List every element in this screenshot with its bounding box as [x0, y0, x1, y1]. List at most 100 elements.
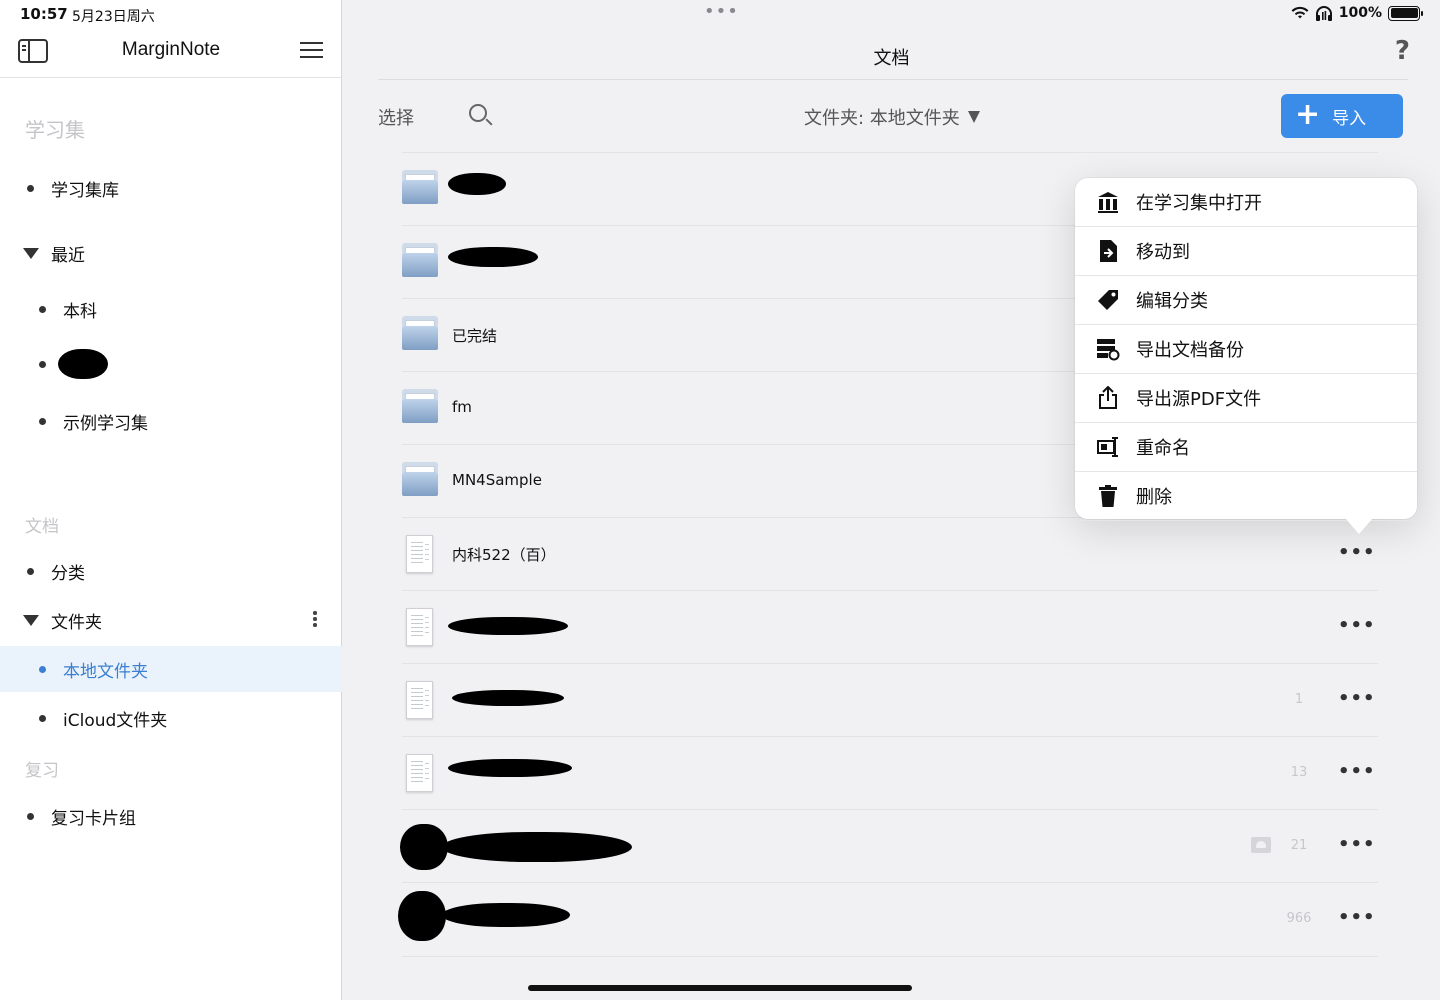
document-icon	[406, 608, 433, 646]
rename-icon	[1095, 434, 1121, 460]
item-name: MN4Sample	[452, 471, 542, 489]
kebab-icon[interactable]	[313, 611, 317, 629]
menu-item-move-to[interactable]: 移动到	[1075, 227, 1417, 276]
select-button[interactable]: 选择	[378, 104, 414, 130]
battery-percent: 100%	[1338, 5, 1382, 21]
menu-item-label: 在学习集中打开	[1136, 193, 1262, 214]
document-icon	[406, 681, 433, 719]
menu-item-export-backup[interactable]: 导出文档备份	[1075, 325, 1417, 374]
page-count: 1	[1294, 692, 1304, 707]
page-count: 13	[1290, 765, 1308, 780]
folder-icon	[402, 316, 438, 350]
popover-arrow	[1345, 518, 1373, 534]
battery-icon	[1388, 5, 1423, 21]
list-item[interactable]: 1 •••	[402, 663, 1378, 736]
divider	[378, 79, 1408, 80]
context-menu: 在学习集中打开 移动到 编辑分类 导出文档备份 导出源PDF文件 重命名 删除	[1075, 178, 1417, 534]
menu-item-label: 重命名	[1136, 438, 1190, 459]
sidebar-item-icloud-folder[interactable]: iCloud文件夹	[0, 695, 342, 741]
help-icon[interactable]: ?	[1395, 36, 1410, 66]
more-icon[interactable]: •••	[1338, 615, 1376, 636]
list-item[interactable]: •••	[402, 590, 1378, 663]
bullet-icon	[27, 184, 34, 192]
trash-icon	[1095, 483, 1121, 509]
sidebar-item-review-decks[interactable]: 复习卡片组	[0, 793, 342, 839]
item-name: 内科522（百）	[452, 546, 556, 564]
redacted-label	[442, 832, 632, 862]
bullet-icon	[39, 417, 46, 425]
list-item[interactable]: 21 •••	[400, 809, 1378, 882]
sidebar-item-categories[interactable]: 分类	[0, 548, 342, 594]
app-title: MarginNote	[121, 39, 221, 60]
item-name: 已完结	[452, 327, 498, 345]
disclosure-triangle-icon[interactable]	[23, 247, 39, 259]
menu-item-rename[interactable]: 重命名	[1075, 423, 1417, 472]
menu-item-edit-category[interactable]: 编辑分类	[1075, 276, 1417, 325]
sidebar-item-recent-2[interactable]	[0, 341, 342, 387]
menu-item-open-in-study-set[interactable]: 在学习集中打开	[1075, 178, 1417, 227]
disclosure-triangle-icon[interactable]	[23, 614, 39, 626]
multitask-dots-icon[interactable]: •••	[704, 1, 739, 22]
bullet-icon	[39, 360, 46, 368]
folder-icon	[402, 389, 438, 423]
folder-picker[interactable]: 文件夹: 本地文件夹	[804, 104, 980, 130]
menu-item-export-pdf[interactable]: 导出源PDF文件	[1075, 374, 1417, 423]
list-item[interactable]: 内科522（百） •••	[402, 517, 1378, 590]
bullet-icon	[39, 305, 46, 313]
redacted-icon	[400, 824, 448, 870]
cloud-folder-icon	[1251, 837, 1271, 853]
import-button[interactable]: + 导入	[1281, 94, 1403, 138]
divider	[402, 956, 1378, 957]
backup-icon	[1095, 336, 1121, 362]
document-icon	[406, 535, 433, 573]
menu-item-label: 导出文档备份	[1136, 340, 1244, 361]
sidebar-item-local-folder[interactable]: 本地文件夹	[0, 646, 342, 692]
status-bar: 10:57 5月23日周六 ••• 100%	[0, 0, 1440, 30]
sidebar-item-label: 分类	[51, 563, 85, 584]
sidebar-item-label: 本科	[63, 301, 97, 322]
sidebar-item-recent[interactable]: 最近	[0, 230, 342, 276]
sidebar-item-label: 示例学习集	[63, 413, 148, 434]
redacted-label	[448, 247, 538, 267]
page-title: 文档	[873, 48, 910, 69]
more-icon[interactable]: •••	[1338, 542, 1376, 563]
bullet-icon	[27, 567, 34, 575]
redacted-label	[448, 759, 572, 777]
list-item[interactable]: 13 •••	[402, 736, 1378, 809]
folder-icon	[402, 462, 438, 496]
redacted-label	[452, 690, 564, 706]
bullet-icon	[27, 812, 34, 820]
menu-icon[interactable]	[300, 42, 323, 58]
sidebar-item-label: iCloud文件夹	[63, 710, 168, 731]
page-count: 966	[1286, 911, 1312, 926]
section-study-sets: 学习集	[25, 118, 85, 142]
search-icon[interactable]	[469, 104, 487, 122]
tag-icon	[1095, 287, 1121, 313]
page-count: 21	[1290, 838, 1308, 853]
redacted-label	[448, 173, 506, 195]
home-indicator[interactable]	[528, 985, 912, 991]
more-icon[interactable]: •••	[1338, 834, 1376, 855]
redacted-icon	[398, 891, 446, 941]
plus-icon: +	[1295, 96, 1321, 132]
more-icon[interactable]: •••	[1338, 761, 1376, 782]
sidebar-item-library[interactable]: 学习集库	[0, 165, 342, 211]
list-item[interactable]: 966 •••	[398, 882, 1378, 955]
sidebar-item-recent-1[interactable]: 本科	[0, 286, 342, 332]
menu-item-label: 编辑分类	[1136, 291, 1208, 312]
menu-item-label: 删除	[1136, 487, 1172, 508]
section-documents: 文档	[25, 517, 59, 537]
document-icon	[406, 754, 433, 792]
sidebar-item-recent-3[interactable]: 示例学习集	[0, 398, 342, 444]
redacted-label	[448, 617, 568, 635]
folder-picker-label: 文件夹: 本地文件夹	[804, 108, 960, 129]
menu-item-delete[interactable]: 删除	[1075, 472, 1417, 521]
more-icon[interactable]: •••	[1338, 907, 1376, 928]
bullet-icon	[39, 665, 46, 673]
headphones-icon	[1315, 5, 1332, 21]
sidebar: MarginNote 学习集 学习集库 最近 本科 示例学习集 文档 分类 文件…	[0, 0, 342, 1000]
share-icon	[1095, 385, 1121, 411]
status-date: 5月23日周六	[72, 9, 155, 25]
sidebar-item-folders[interactable]: 文件夹	[0, 597, 342, 643]
more-icon[interactable]: •••	[1338, 688, 1376, 709]
